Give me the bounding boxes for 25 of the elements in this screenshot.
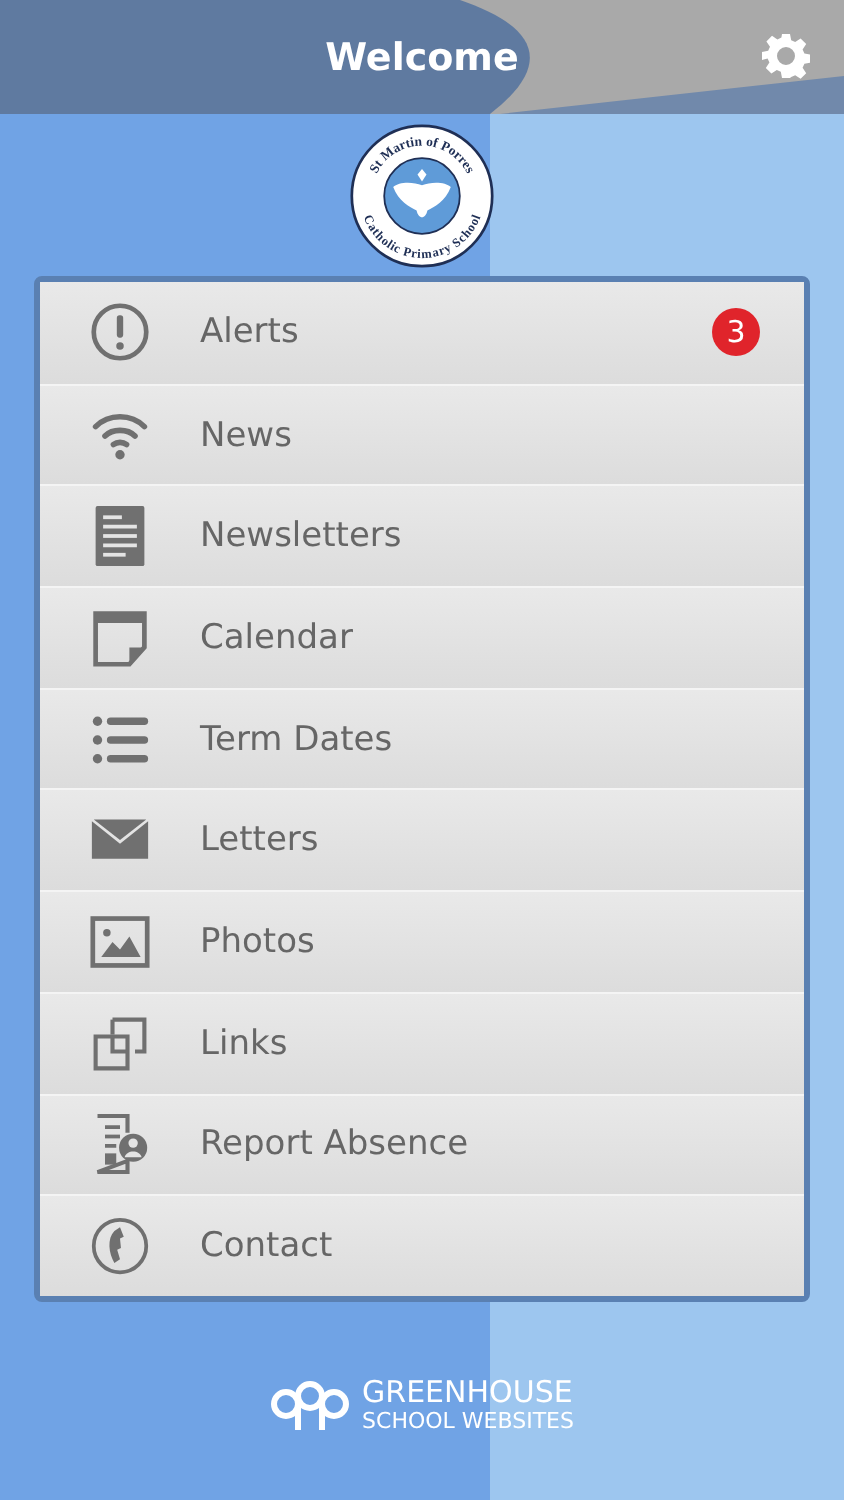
calendar-icon [90, 607, 150, 668]
menu-label: Term Dates [200, 719, 393, 760]
menu-label: Links [200, 1023, 288, 1064]
header-title: Welcome [325, 35, 519, 79]
menu-label: News [200, 415, 292, 456]
links-icon [90, 1013, 150, 1074]
document-icon [90, 506, 150, 567]
menu-item[interactable]: Term Dates [40, 687, 804, 789]
brand-tagline: SCHOOL WEBSITES [362, 1409, 574, 1433]
menu-item[interactable]: News [40, 383, 804, 485]
menu-label: Photos [200, 921, 315, 962]
menu-label: Calendar [200, 617, 353, 658]
menu-item[interactable]: Contact [40, 1194, 804, 1296]
brand-logo-icon [270, 1379, 351, 1432]
menu-label: Report Absence [200, 1124, 469, 1165]
phone-icon [90, 1216, 150, 1277]
brand-name: GREENHOUSE [362, 1377, 574, 1410]
menu-label: Alerts [200, 312, 299, 353]
image-icon [90, 911, 150, 972]
menu-label: Contact [200, 1226, 333, 1267]
count-badge: 3 [712, 308, 760, 357]
exclamation-icon [90, 302, 150, 363]
menu-label: Newsletters [200, 516, 402, 557]
settings-icon[interactable] [762, 32, 810, 80]
menu-label: Letters [200, 820, 319, 861]
